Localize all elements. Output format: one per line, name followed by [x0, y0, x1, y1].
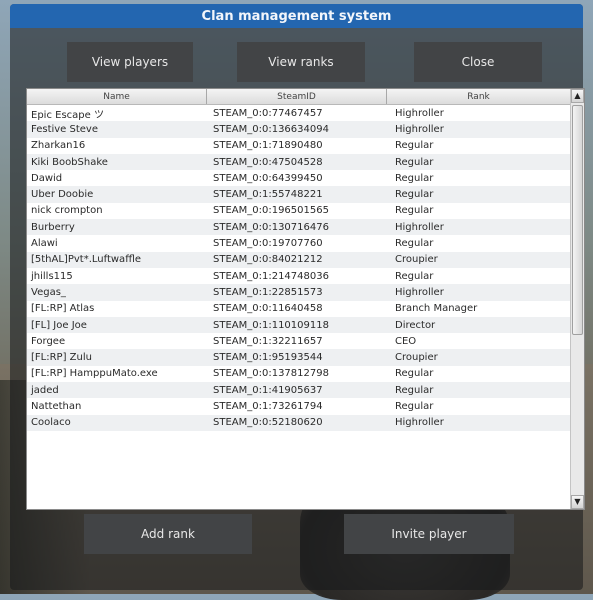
table-row[interactable]: Zharkan16 STEAM_0:1:71890480 Regular	[27, 138, 571, 154]
cell-name: [FL] Joe Joe	[31, 319, 87, 331]
cell-steamid: STEAM_0:0:19707760	[213, 238, 323, 250]
cell-name: Dawid	[31, 172, 63, 184]
cell-rank: Highroller	[395, 123, 444, 135]
cell-rank: Regular	[395, 270, 434, 282]
cell-name: Epic Escape ツ	[31, 109, 104, 121]
cell-steamid: STEAM_0:1:55748221	[213, 189, 323, 201]
cell-name: Vegas_	[31, 286, 66, 298]
cell-steamid: STEAM_0:1:41905637	[213, 384, 323, 396]
cell-name: Coolaco	[31, 417, 71, 429]
cell-name: Forgee	[31, 335, 66, 347]
cell-rank: Regular	[395, 368, 434, 380]
cell-rank: Regular	[395, 172, 434, 184]
cell-rank: Highroller	[395, 417, 444, 429]
cell-steamid: STEAM_0:0:84021212	[213, 254, 323, 266]
cell-rank: Highroller	[395, 221, 444, 233]
table-row[interactable]: [FL] Joe Joe STEAM_0:1:110109118 Director	[27, 316, 571, 334]
cell-rank: Croupier	[395, 254, 438, 266]
table-row[interactable]: jaded STEAM_0:1:41905637 Regular	[27, 382, 571, 399]
table-row[interactable]: Coolaco STEAM_0:0:52180620 Highroller	[27, 414, 571, 431]
table-row[interactable]: jhills115 STEAM_0:1:214748036 Regular	[27, 268, 571, 284]
table-row[interactable]: Dawid STEAM_0:0:64399450 Regular	[27, 170, 571, 186]
cell-steamid: STEAM_0:1:214748036	[213, 270, 329, 282]
table-row[interactable]: nick crompton STEAM_0:0:196501565 Regular	[27, 203, 571, 219]
cell-rank: Branch Manager	[395, 303, 478, 315]
members-list[interactable]: Name SteamID Rank Epic Escape ツ STEAM_0:0…	[26, 88, 585, 510]
cell-steamid: STEAM_0:0:52180620	[213, 417, 323, 429]
list-scrollbar[interactable]: ▲ ▼	[570, 89, 584, 509]
column-header-steamid[interactable]: SteamID	[207, 89, 387, 104]
list-header: Name SteamID Rank	[27, 89, 571, 105]
cell-name: jhills115	[31, 270, 73, 282]
table-row[interactable]: Kiki BoobShake STEAM_0:0:47504528 Regular	[27, 153, 571, 171]
view-players-button[interactable]: View players	[67, 42, 193, 82]
table-row[interactable]: Vegas_ STEAM_0:1:22851573 Highroller	[27, 284, 571, 301]
cell-steamid: STEAM_0:1:71890480	[213, 140, 323, 152]
close-button[interactable]: Close	[414, 42, 542, 82]
cell-steamid: STEAM_0:0:77467457	[213, 107, 323, 119]
table-row[interactable]: [FL:RP] HamppuMato.exe STEAM_0:0:13781279…	[27, 366, 571, 382]
cell-steamid: STEAM_0:1:73261794	[213, 400, 323, 412]
table-row[interactable]: Burberry STEAM_0:0:130716476 Highroller	[27, 219, 571, 236]
cell-name: Uber Doobie	[31, 189, 94, 201]
cell-name: [5thAL]Pvt*.Luftwaffle	[31, 254, 142, 266]
cell-rank: Regular	[395, 238, 434, 250]
table-row[interactable]: Nattethan STEAM_0:1:73261794 Regular	[27, 398, 571, 414]
cell-name: [FL:RP] Atlas	[31, 303, 95, 315]
list-body: Epic Escape ツ STEAM_0:0:77467457 Highrolle…	[27, 105, 571, 509]
cell-steamid: STEAM_0:0:64399450	[213, 172, 323, 184]
table-row[interactable]: Festive Steve STEAM_0:0:136634094 Highroll…	[27, 121, 571, 138]
table-row[interactable]: [FL:RP] Zulu STEAM_0:1:95193544 Croupier	[27, 349, 571, 366]
table-row[interactable]: Alawi STEAM_0:0:19707760 Regular	[27, 235, 571, 251]
cell-rank: Croupier	[395, 352, 438, 364]
table-row[interactable]: Epic Escape ツ STEAM_0:0:77467457 Highrolle…	[27, 105, 571, 121]
cell-name: nick crompton	[31, 205, 103, 217]
cell-name: Burberry	[31, 221, 75, 233]
cell-steamid: STEAM_0:0:136634094	[213, 123, 329, 135]
cell-name: Zharkan16	[31, 140, 86, 152]
cell-name: Alawi	[31, 238, 58, 250]
cell-steamid: STEAM_0:0:196501565	[213, 205, 329, 217]
view-ranks-button[interactable]: View ranks	[237, 42, 365, 82]
cell-rank: Regular	[395, 156, 434, 168]
cell-name: Nattethan	[31, 400, 82, 412]
window-title: Clan management system	[10, 4, 583, 28]
cell-steamid: STEAM_0:1:110109118	[213, 319, 329, 331]
cell-steamid: STEAM_0:0:11640458	[213, 303, 323, 315]
cell-rank: Director	[395, 319, 436, 331]
cell-rank: Regular	[395, 140, 434, 152]
cell-rank: Regular	[395, 384, 434, 396]
cell-rank: Regular	[395, 189, 434, 201]
cell-rank: Highroller	[395, 107, 444, 119]
arrow-down-icon[interactable]: ▼	[571, 495, 584, 509]
cell-steamid: STEAM_0:0:47504528	[213, 156, 323, 168]
cell-name: Kiki BoobShake	[31, 156, 108, 168]
cell-name: Festive Steve	[31, 123, 99, 135]
cell-name: [FL:RP] HamppuMato.exe	[31, 368, 158, 380]
cell-steamid: STEAM_0:1:22851573	[213, 286, 323, 298]
cell-rank: Regular	[395, 400, 434, 412]
cell-steamid: STEAM_0:1:32211657	[213, 335, 323, 347]
clan-management-window: Clan management system View players View…	[10, 4, 585, 590]
cell-name: [FL:RP] Zulu	[31, 352, 92, 364]
column-header-rank[interactable]: Rank	[387, 89, 571, 104]
cell-rank: Regular	[395, 205, 434, 217]
table-row[interactable]: [5thAL]Pvt*.Luftwaffle STEAM_0:0:84021212…	[27, 251, 571, 268]
arrow-up-icon[interactable]: ▲	[571, 89, 584, 103]
scrollbar-thumb[interactable]	[572, 105, 583, 335]
invite-player-button[interactable]: Invite player	[344, 514, 514, 554]
add-rank-button[interactable]: Add rank	[84, 514, 252, 554]
column-header-name[interactable]: Name	[27, 89, 207, 104]
cell-steamid: STEAM_0:0:137812798	[213, 368, 329, 380]
cell-steamid: STEAM_0:0:130716476	[213, 221, 329, 233]
cell-rank: CEO	[395, 335, 417, 347]
table-row[interactable]: Uber Doobie STEAM_0:1:55748221 Regular	[27, 186, 571, 203]
cell-rank: Highroller	[395, 286, 444, 298]
table-row[interactable]: [FL:RP] Atlas STEAM_0:0:11640458 Branch Ma…	[27, 301, 571, 317]
cell-steamid: STEAM_0:1:95193544	[213, 352, 323, 364]
cell-name: jaded	[31, 384, 59, 396]
table-row[interactable]: Forgee STEAM_0:1:32211657 CEO	[27, 333, 571, 349]
